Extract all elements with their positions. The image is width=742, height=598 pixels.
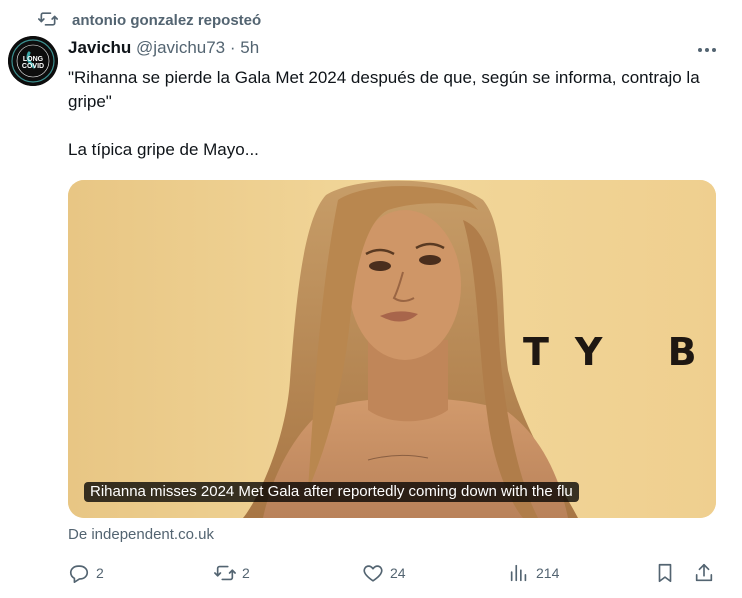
views-count: 214 <box>536 565 560 581</box>
repost-button[interactable]: 2 <box>214 560 250 586</box>
author-separator: · <box>229 38 236 57</box>
link-card-image[interactable]: TY BE Rihanna misses 2024 Met Gala after… <box>68 180 716 518</box>
tweet-paragraph-comment: La típica gripe de Mayo... <box>68 140 259 159</box>
repost-label[interactable]: antonio gonzalez reposteó <box>72 12 261 29</box>
tweet-paragraph-quote: "Rihanna se pierde la Gala Met 2024 desp… <box>68 68 700 111</box>
repost-icon <box>38 9 59 29</box>
reply-button[interactable]: 2 <box>68 560 104 586</box>
more-options-button[interactable] <box>694 40 720 60</box>
link-card-caption[interactable]: Rihanna misses 2024 Met Gala after repor… <box>84 482 579 502</box>
repost-icon <box>214 565 236 581</box>
repost-header: antonio gonzalez reposteó <box>0 0 742 40</box>
bookmark-button[interactable] <box>654 560 676 586</box>
bookmark-icon <box>658 563 672 583</box>
share-button[interactable] <box>693 560 715 586</box>
views-icon <box>510 564 527 582</box>
like-count: 24 <box>390 565 406 581</box>
tweet-text: "Rihanna se pierde la Gala Met 2024 desp… <box>68 66 718 162</box>
more-icon <box>698 48 716 52</box>
link-source[interactable]: De independent.co.uk <box>68 526 214 543</box>
avatar-line-long: LONG <box>23 56 44 63</box>
reply-count: 2 <box>96 565 104 581</box>
tweet-page: antonio gonzalez reposteó LONG COVID Jav… <box>0 0 742 598</box>
post-time[interactable]: 5h <box>240 38 259 57</box>
views-button[interactable]: 214 <box>508 560 559 586</box>
avatar-line-covid: COVID <box>22 63 44 70</box>
author-line: Javichu @javichu73 · 5h <box>68 38 259 60</box>
reply-icon <box>69 565 89 583</box>
share-icon <box>695 563 713 582</box>
avatar[interactable]: LONG COVID <box>8 36 58 86</box>
author-name[interactable]: Javichu <box>68 38 131 57</box>
like-button[interactable]: 24 <box>362 560 406 586</box>
author-handle[interactable]: @javichu73 <box>136 38 225 57</box>
heart-icon <box>363 565 383 582</box>
background-brand-text: TY BE <box>523 330 716 374</box>
repost-count: 2 <box>242 565 250 581</box>
